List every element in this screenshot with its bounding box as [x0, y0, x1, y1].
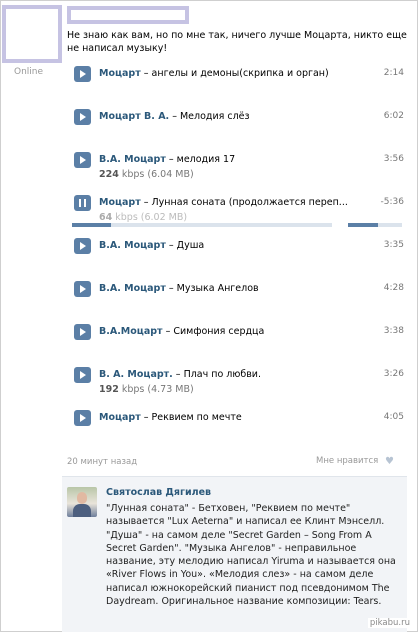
track-duration: 4:05: [383, 412, 404, 422]
play-icon[interactable]: [74, 281, 91, 297]
track-song: – мелодия 17: [165, 154, 236, 165]
audio-track[interactable]: В.А. Моцарт – Душа 3:35: [74, 238, 404, 272]
file-size: kbps (6.04 MB): [118, 169, 194, 180]
play-triangle: [80, 70, 86, 78]
audio-track[interactable]: В. А. Моцарт. – Плач по любви. 3:26 192 kb…: [74, 367, 404, 401]
author-name-placeholder[interactable]: [67, 6, 189, 24]
post-timestamp[interactable]: 20 минут назад: [67, 457, 137, 467]
play-triangle: [80, 328, 86, 336]
track-title[interactable]: В.А. Моцарт – Музыка Ангелов: [99, 283, 369, 294]
file-size: kbps (6.02 MB): [112, 212, 188, 223]
track-artist[interactable]: В. А. Моцарт.: [99, 369, 173, 380]
track-artist[interactable]: Моцарт: [99, 412, 141, 423]
track-bitrate: 224 kbps (6.04 MB): [99, 169, 194, 180]
track-title[interactable]: Моцарт В. А. – Мелодия слёз: [99, 111, 369, 122]
track-song: – Мелодия слёз: [169, 111, 250, 122]
track-artist[interactable]: Моцарт В. А.: [99, 111, 169, 122]
play-triangle: [80, 371, 86, 379]
author-avatar[interactable]: [2, 5, 62, 63]
track-title[interactable]: В. А. Моцарт. – Плач по любви.: [99, 369, 369, 380]
play-icon[interactable]: [74, 367, 91, 383]
bitrate-value: 224: [99, 169, 119, 180]
track-artist[interactable]: В.А. Моцарт: [99, 240, 166, 251]
avatar-body: [73, 504, 91, 517]
track-song: – Музыка Ангелов: [165, 283, 259, 294]
bitrate-value: 64: [99, 212, 113, 223]
commenter-name[interactable]: Святослав Дягилев: [106, 487, 211, 498]
play-icon[interactable]: [74, 238, 91, 254]
track-duration: 6:02: [383, 111, 404, 121]
audio-track[interactable]: В.А.Моцарт – Симфония сердца 3:38: [74, 324, 404, 358]
play-icon[interactable]: [74, 66, 91, 82]
heart-icon[interactable]: ♥: [385, 456, 394, 467]
track-duration: 2:14: [383, 68, 404, 78]
track-duration: 3:26: [383, 369, 404, 379]
track-song: – Реквием по мечте: [140, 412, 242, 423]
play-icon[interactable]: [74, 109, 91, 125]
track-song: – Симфония сердца: [162, 326, 265, 337]
audio-track[interactable]: Моцарт – ангелы и демоны(скрипка и орган…: [74, 66, 404, 100]
play-triangle: [80, 414, 86, 422]
post-text: Не знаю как вам, но по мне так, ничего л…: [67, 30, 407, 54]
audio-track[interactable]: Моцарт В. А. – Мелодия слёз 6:02: [74, 109, 404, 143]
track-title[interactable]: В.А. Моцарт – мелодия 17: [99, 154, 369, 165]
track-bitrate: 192 kbps (4.73 MB): [99, 384, 194, 395]
track-title[interactable]: Моцарт – ангелы и демоны(скрипка и орган…: [99, 68, 369, 79]
track-title[interactable]: В.А.Моцарт – Симфония сердца: [99, 326, 369, 337]
comment-text: "Лунная соната" - Бетховен, "Реквием по …: [106, 503, 396, 608]
play-triangle: [80, 156, 86, 164]
pause-bar: [79, 199, 81, 207]
play-icon[interactable]: [74, 410, 91, 426]
play-triangle: [80, 113, 86, 121]
file-size: kbps (4.73 MB): [118, 384, 194, 395]
avatar-head: [77, 492, 87, 504]
progress-track[interactable]: [72, 223, 332, 227]
track-title[interactable]: Моцарт – Лунная соната (продолжается пер…: [99, 197, 369, 208]
play-icon[interactable]: [74, 152, 91, 168]
track-duration: -5:36: [380, 197, 404, 207]
audio-track[interactable]: Моцарт – Реквием по мечте 4:05: [74, 410, 404, 444]
comment: Святослав Дягилев "Лунная соната" - Бетх…: [62, 476, 407, 632]
track-duration: 4:28: [383, 283, 404, 293]
track-title[interactable]: Моцарт – Реквием по мечте: [99, 412, 369, 423]
track-artist[interactable]: В.А. Моцарт: [99, 283, 166, 294]
track-title[interactable]: В.А. Моцарт – Душа: [99, 240, 369, 251]
watermark: pikabu.ru: [367, 618, 412, 628]
track-song: – Душа: [165, 240, 205, 251]
audio-track[interactable]: В.А. Моцарт – Музыка Ангелов 4:28: [74, 281, 404, 315]
track-duration: 3:38: [383, 326, 404, 336]
progress-fill: [72, 223, 111, 227]
pause-icon[interactable]: [74, 195, 91, 211]
track-duration: 3:35: [383, 240, 404, 250]
track-artist[interactable]: В.А.Моцарт: [99, 326, 163, 337]
track-song: – Плач по любви.: [172, 369, 262, 380]
track-song: – Лунная соната (продолжается переп...: [140, 197, 348, 208]
track-artist[interactable]: Моцарт: [99, 68, 141, 79]
track-artist[interactable]: Моцарт: [99, 197, 141, 208]
track-bitrate: 64 kbps (6.02 MB): [99, 212, 187, 223]
track-duration: 3:56: [383, 154, 404, 164]
audio-progress[interactable]: [72, 223, 402, 227]
track-artist[interactable]: В.А. Моцарт: [99, 154, 166, 165]
play-triangle: [80, 285, 86, 293]
audio-track[interactable]: В.А. Моцарт – мелодия 17 3:56 224 kbps (6.…: [74, 152, 404, 186]
commenter-avatar[interactable]: [67, 487, 97, 517]
volume-fill: [348, 223, 378, 227]
play-triangle: [80, 242, 86, 250]
track-song: – ангелы и демоны(скрипка и орган): [140, 68, 329, 79]
online-status: Online: [14, 67, 44, 77]
play-icon[interactable]: [74, 324, 91, 340]
bitrate-value: 192: [99, 384, 119, 395]
pause-bar: [84, 199, 86, 207]
like-button[interactable]: Мне нравится: [316, 456, 378, 466]
